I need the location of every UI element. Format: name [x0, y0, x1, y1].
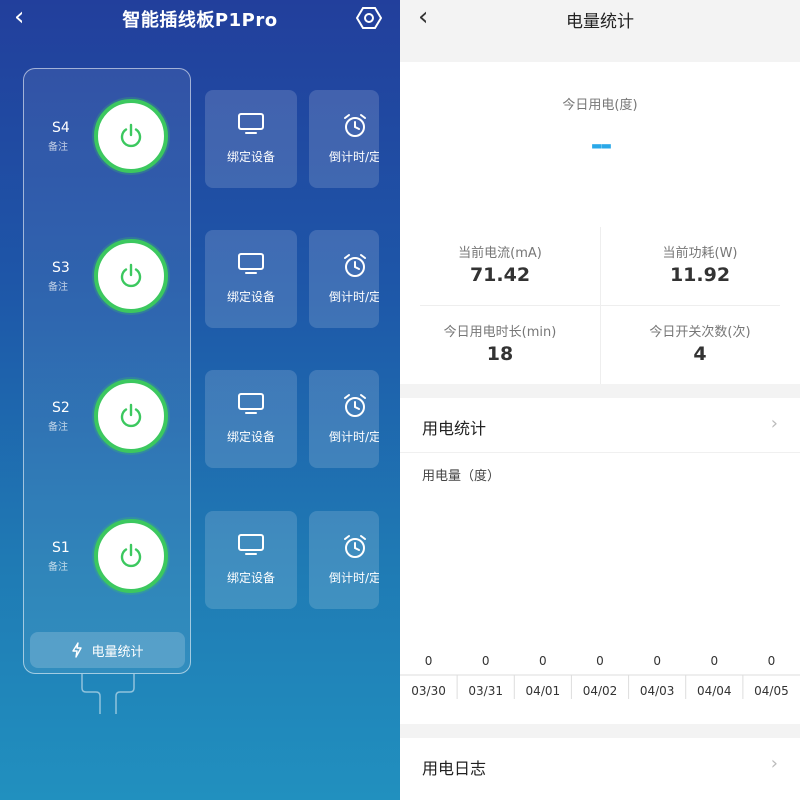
power-button-s1[interactable]	[94, 519, 168, 593]
page-title: 电量统计	[566, 12, 634, 32]
x-tick-label: 04/01	[526, 684, 561, 698]
socket-note[interactable]: 备注	[48, 558, 68, 573]
power-icon	[120, 403, 142, 428]
today-usage-card: 今日用电(度) -- 当前电流(mA) 71.42 当前功耗(W) 11.92 …	[400, 62, 800, 384]
monitor-icon	[238, 253, 264, 274]
metric-label: 当前功耗(W)	[662, 246, 738, 261]
metric-label: 今日用电时长(min)	[443, 325, 557, 340]
alarm-clock-icon	[344, 535, 366, 558]
bar-value-label: 0	[425, 654, 433, 668]
socket-name: S4	[52, 120, 70, 136]
x-tick-label: 04/02	[583, 684, 618, 698]
metric-power: 当前功耗(W) 11.92	[600, 242, 800, 286]
timer-label: 倒计时/定	[328, 430, 379, 444]
timer-tile-s2[interactable]: 倒计时/定	[309, 370, 379, 468]
socket-panel: S4 备注 S3 备注 S2 备注 S1 备注 电量统计	[23, 68, 191, 674]
chevron-right-icon: ›	[770, 413, 778, 434]
divider	[420, 305, 780, 306]
x-tick-label: 04/03	[640, 684, 675, 698]
x-tick-label: 04/04	[697, 684, 732, 698]
bind-device-label: 绑定设备	[226, 150, 275, 164]
power-button-s2[interactable]	[94, 379, 168, 453]
power-stats-screen: ‹ 电量统计 今日用电(度) -- 当前电流(mA) 71.42 当前功耗(W)…	[400, 0, 800, 800]
socket-row-s2: S2 备注	[24, 366, 192, 466]
metric-value: 18	[486, 343, 514, 365]
power-icon	[120, 263, 142, 288]
socket-name: S1	[52, 540, 70, 556]
power-stats-label: 电量统计	[91, 644, 144, 660]
metric-value: 11.92	[669, 264, 731, 286]
usage-stats-row[interactable]: 用电统计 ›	[400, 398, 800, 452]
page-title: 智能插线板P1Pro	[122, 10, 278, 31]
socket-note[interactable]: 备注	[48, 138, 68, 153]
power-button-s4[interactable]	[94, 99, 168, 173]
x-tick-label: 03/30	[411, 684, 446, 698]
metric-value: 71.42	[469, 264, 531, 286]
timer-tile-s1[interactable]: 倒计时/定	[309, 511, 379, 609]
bind-device-tile-s3[interactable]: 绑定设备	[205, 230, 297, 328]
x-tick-label: 04/05	[754, 684, 789, 698]
bind-device-tile-s2[interactable]: 绑定设备	[205, 370, 297, 468]
socket-row-s4: S4 备注	[24, 86, 192, 186]
metric-current: 当前电流(mA) 71.42	[400, 242, 600, 286]
today-usage-value: --	[590, 128, 613, 163]
gear-icon[interactable]	[356, 6, 382, 30]
timer-label: 倒计时/定	[328, 571, 379, 585]
bind-device-tile-s1[interactable]: 绑定设备	[205, 511, 297, 609]
bind-device-label: 绑定设备	[226, 571, 275, 585]
x-tick-label: 03/31	[468, 684, 503, 698]
power-stats-button[interactable]: 电量统计	[30, 632, 185, 668]
usage-chart: 用电量（度） 0 03/30 0 03/31 0 04/01 0 04/02 0 04/03 0 04…	[400, 452, 800, 724]
today-usage-label: 今日用电(度)	[562, 98, 638, 113]
socket-row-s1: S1 备注	[24, 506, 192, 606]
bar-value-label: 0	[653, 654, 661, 668]
power-log-row[interactable]: 用电日志 ›	[400, 738, 800, 800]
lightning-icon	[72, 642, 83, 658]
alarm-clock-icon	[344, 114, 366, 137]
bar-value-label: 0	[482, 654, 490, 668]
power-button-s3[interactable]	[94, 239, 168, 313]
socket-name: S3	[52, 260, 70, 276]
timer-label: 倒计时/定	[328, 290, 379, 304]
chart-canvas: 0 03/30 0 03/31 0 04/01 0 04/02 0 04/03 0 04/04 0 04/…	[400, 654, 800, 699]
metric-switch-count: 今日开关次数(次) 4	[600, 321, 800, 365]
usage-stats-heading: 用电统计	[422, 419, 487, 438]
bar-value-label: 0	[710, 654, 718, 668]
monitor-icon	[238, 534, 264, 555]
smart-strip-screen: ‹ 智能插线板P1Pro S4 备注 S3 备注 S2 备注 S1 备注 电量统…	[0, 0, 400, 800]
metric-value: 4	[693, 343, 707, 365]
bind-device-label: 绑定设备	[226, 290, 275, 304]
bind-device-label: 绑定设备	[226, 430, 275, 444]
socket-note[interactable]: 备注	[48, 278, 68, 293]
timer-label: 倒计时/定	[328, 150, 379, 164]
alarm-clock-icon	[344, 394, 366, 417]
monitor-icon	[238, 393, 264, 414]
cable-connector	[81, 674, 135, 714]
socket-note[interactable]: 备注	[48, 418, 68, 433]
bar-value-label: 0	[596, 654, 604, 668]
timer-tile-s3[interactable]: 倒计时/定	[309, 230, 379, 328]
power-icon	[120, 543, 142, 568]
socket-row-s3: S3 备注	[24, 226, 192, 326]
top-bar: ‹ 电量统计	[400, 0, 800, 62]
metric-label: 当前电流(mA)	[458, 246, 542, 261]
socket-name: S2	[52, 400, 70, 416]
power-log-heading: 用电日志	[422, 759, 487, 778]
monitor-icon	[238, 113, 264, 134]
bar-value-label: 0	[539, 654, 547, 668]
timer-tile-s4[interactable]: 倒计时/定	[309, 90, 379, 188]
bind-device-tile-s4[interactable]: 绑定设备	[205, 90, 297, 188]
alarm-clock-icon	[344, 254, 366, 277]
metric-duration: 今日用电时长(min) 18	[400, 321, 600, 365]
power-icon	[120, 123, 142, 148]
metric-label: 今日开关次数(次)	[649, 325, 751, 340]
bar-value-label: 0	[768, 654, 776, 668]
chevron-right-icon: ›	[770, 753, 778, 774]
